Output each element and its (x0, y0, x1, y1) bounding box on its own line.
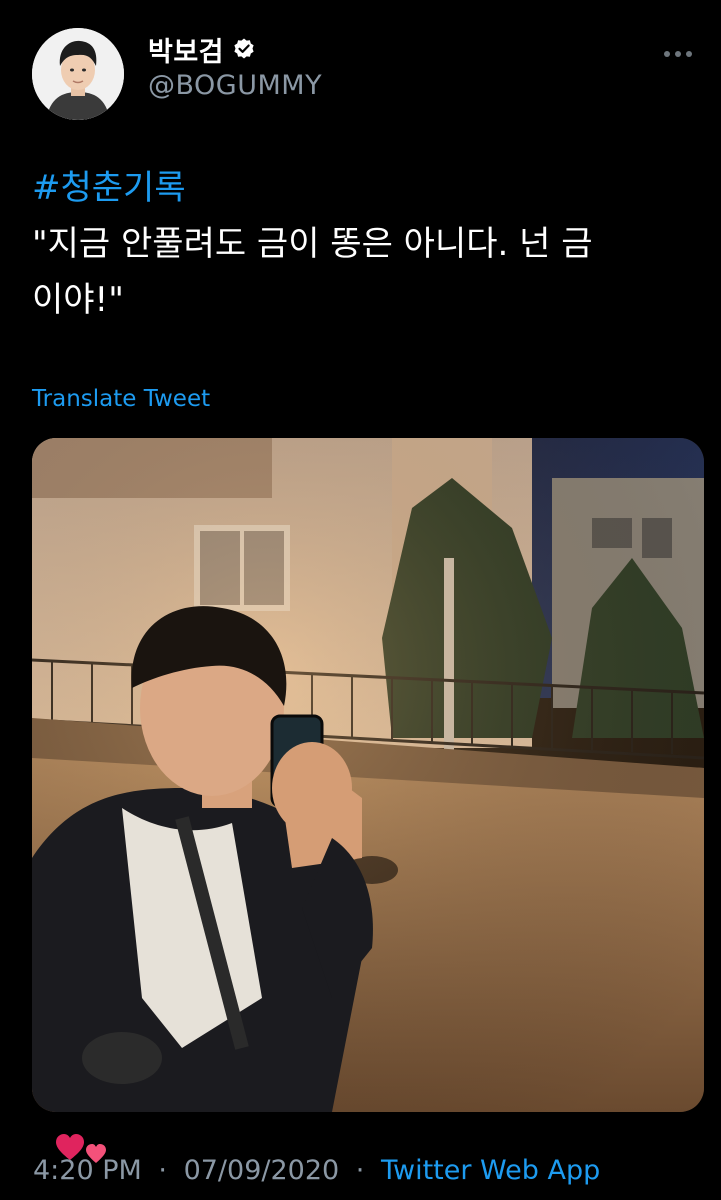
hashtag-link[interactable]: #청춘기록 (32, 160, 692, 216)
tweet-text: #청춘기록 "지금 안풀려도 금이 똥은 아니다. 넌 금 이야!" (32, 160, 692, 328)
tweet-time[interactable]: 4:20 PM (33, 1155, 142, 1186)
user-handle[interactable]: @BOGUMMY (148, 70, 322, 101)
display-name-row: 박보검 (148, 30, 322, 69)
tweet-metadata: 4:20 PM · 07/09/2020 · Twitter Web App (33, 1155, 600, 1186)
translate-tweet-link[interactable]: Translate Tweet (32, 386, 210, 412)
meta-separator: · (355, 1155, 365, 1186)
meta-separator: · (158, 1155, 167, 1186)
tweet-photo[interactable] (32, 438, 704, 1112)
user-names: 박보검 @BOGUMMY (148, 30, 322, 102)
more-dot (686, 51, 692, 57)
more-dot (664, 51, 670, 57)
display-name[interactable]: 박보검 (148, 30, 224, 69)
verified-badge-icon (232, 37, 256, 61)
tweet-header: 박보검 @BOGUMMY (32, 28, 692, 120)
more-dot (675, 51, 681, 57)
more-options-icon[interactable] (652, 42, 692, 66)
avatar[interactable] (32, 28, 124, 120)
tweet-source-link[interactable]: Twitter Web App (381, 1155, 600, 1186)
tweet-date[interactable]: 07/09/2020 (184, 1155, 340, 1186)
tweet-body: "지금 안풀려도 금이 똥은 아니다. 넌 금 이야!" (32, 224, 593, 320)
